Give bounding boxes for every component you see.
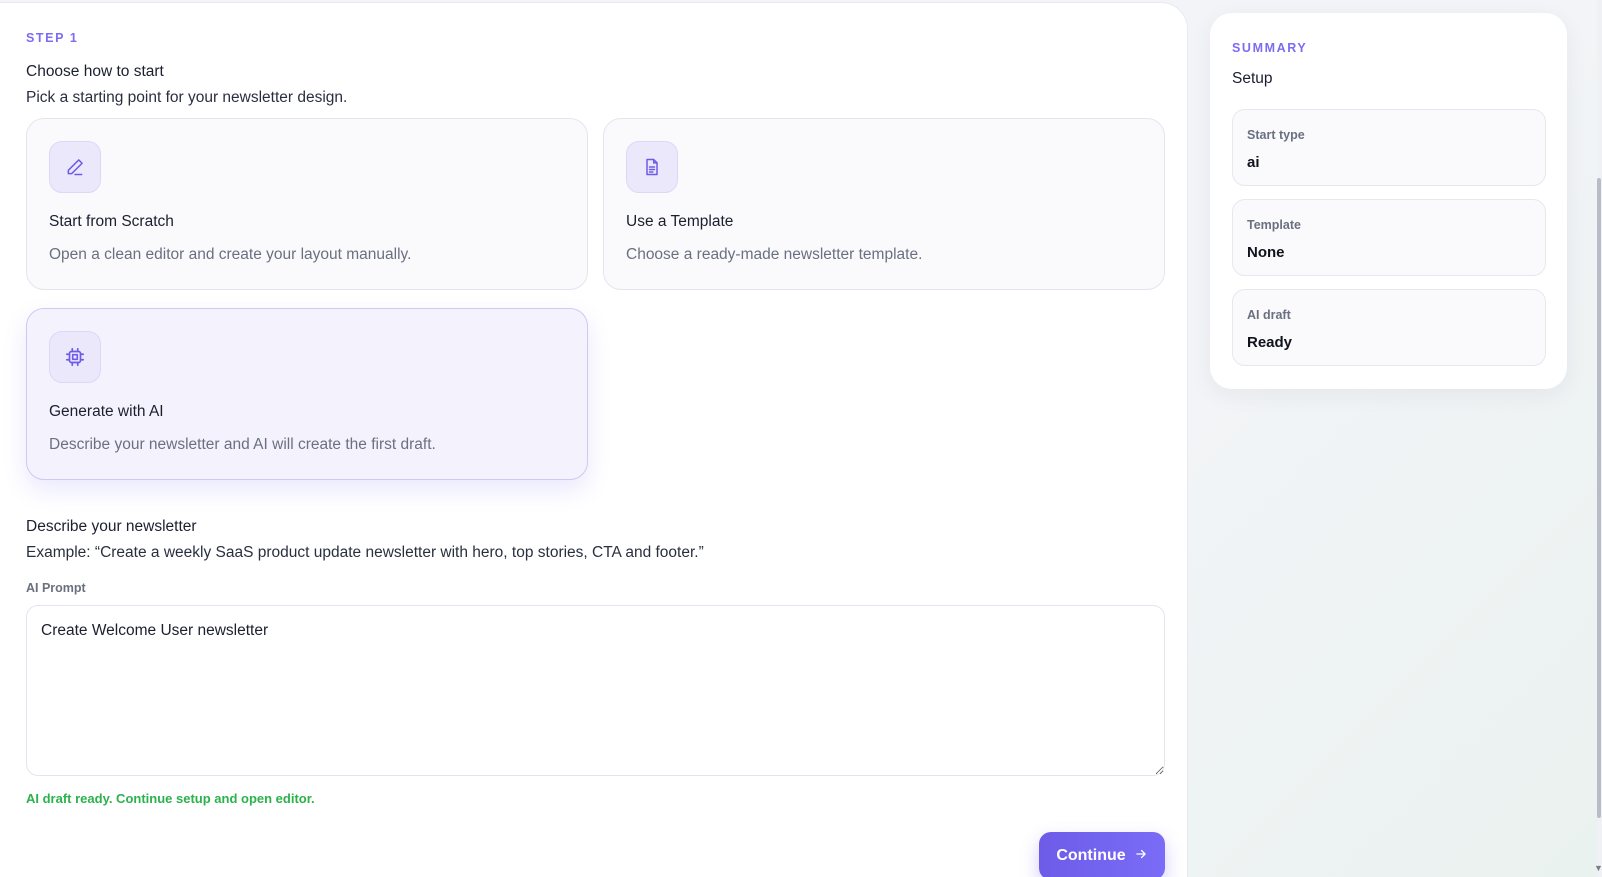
arrow-right-icon (1134, 847, 1148, 866)
option-title: Start from Scratch (49, 213, 174, 230)
document-icon (626, 141, 678, 193)
section-title: Choose how to start (26, 63, 164, 80)
option-card-template[interactable]: Use a Template Choose a ready-made newsl… (603, 118, 1165, 290)
option-title: Generate with AI (49, 403, 164, 420)
status-message: AI draft ready. Continue setup and open … (26, 791, 315, 806)
section-subtitle: Pick a starting point for your newslette… (26, 89, 348, 106)
setup-panel: STEP 1 Choose how to start Pick a starti… (0, 3, 1187, 877)
prompt-heading: Describe your newsletter (26, 518, 197, 535)
summary-item-label: Start type (1247, 128, 1305, 142)
summary-title: Setup (1232, 70, 1273, 87)
scrollbar-thumb[interactable] (1597, 178, 1601, 818)
summary-label: SUMMARY (1232, 41, 1308, 55)
summary-item-value: Ready (1247, 334, 1293, 351)
option-description: Choose a ready-made newsletter template. (626, 246, 923, 263)
prompt-example: Example: “Create a weekly SaaS product u… (26, 544, 704, 561)
continue-button[interactable]: Continue (1039, 832, 1165, 877)
summary-item-label: AI draft (1247, 308, 1291, 322)
step-label: STEP 1 (26, 31, 79, 45)
summary-item-ai-draft: AI draft Ready (1232, 289, 1546, 366)
option-card-ai[interactable]: Generate with AI Describe your newslette… (26, 308, 588, 480)
summary-item-label: Template (1247, 218, 1301, 232)
summary-panel: SUMMARY Setup Start type ai Template Non… (1210, 13, 1567, 389)
summary-item-value: None (1247, 244, 1285, 261)
option-description: Open a clean editor and create your layo… (49, 246, 412, 263)
option-card-scratch[interactable]: Start from Scratch Open a clean editor a… (26, 118, 588, 290)
continue-button-label: Continue (1056, 847, 1126, 864)
ai-prompt-label: AI Prompt (26, 581, 86, 595)
option-description: Describe your newsletter and AI will cre… (49, 436, 436, 453)
summary-item-template: Template None (1232, 199, 1546, 276)
ai-prompt-textarea[interactable]: Create Welcome User newsletter (26, 605, 1165, 776)
summary-item-start-type: Start type ai (1232, 109, 1546, 186)
cpu-chip-icon (49, 331, 101, 383)
summary-item-value: ai (1247, 154, 1260, 171)
scroll-down-arrow-icon[interactable]: ▼ (1594, 863, 1602, 873)
option-title: Use a Template (626, 213, 734, 230)
pencil-icon (49, 141, 101, 193)
